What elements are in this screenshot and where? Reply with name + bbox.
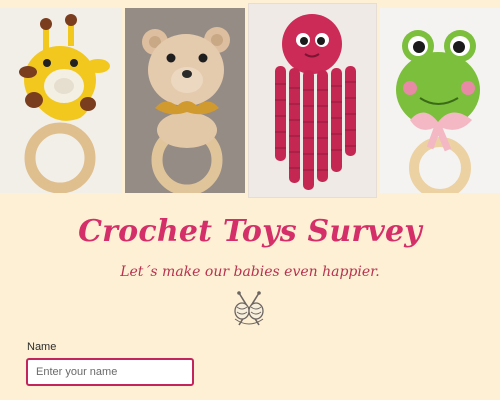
frog-rattle-photo — [380, 8, 500, 193]
page-subtitle: Let´s make our babies even happier. — [120, 264, 380, 280]
name-field-label: Name — [27, 341, 57, 353]
page-title: Crochet Toys Survey — [78, 214, 422, 249]
bear-rattle-photo — [125, 8, 245, 193]
giraffe-rattle-photo — [0, 8, 122, 193]
octopus-toy-photo — [248, 3, 377, 198]
photo-gallery — [0, 0, 500, 198]
yarn-needles-icon — [229, 289, 269, 329]
name-input[interactable] — [26, 358, 194, 386]
